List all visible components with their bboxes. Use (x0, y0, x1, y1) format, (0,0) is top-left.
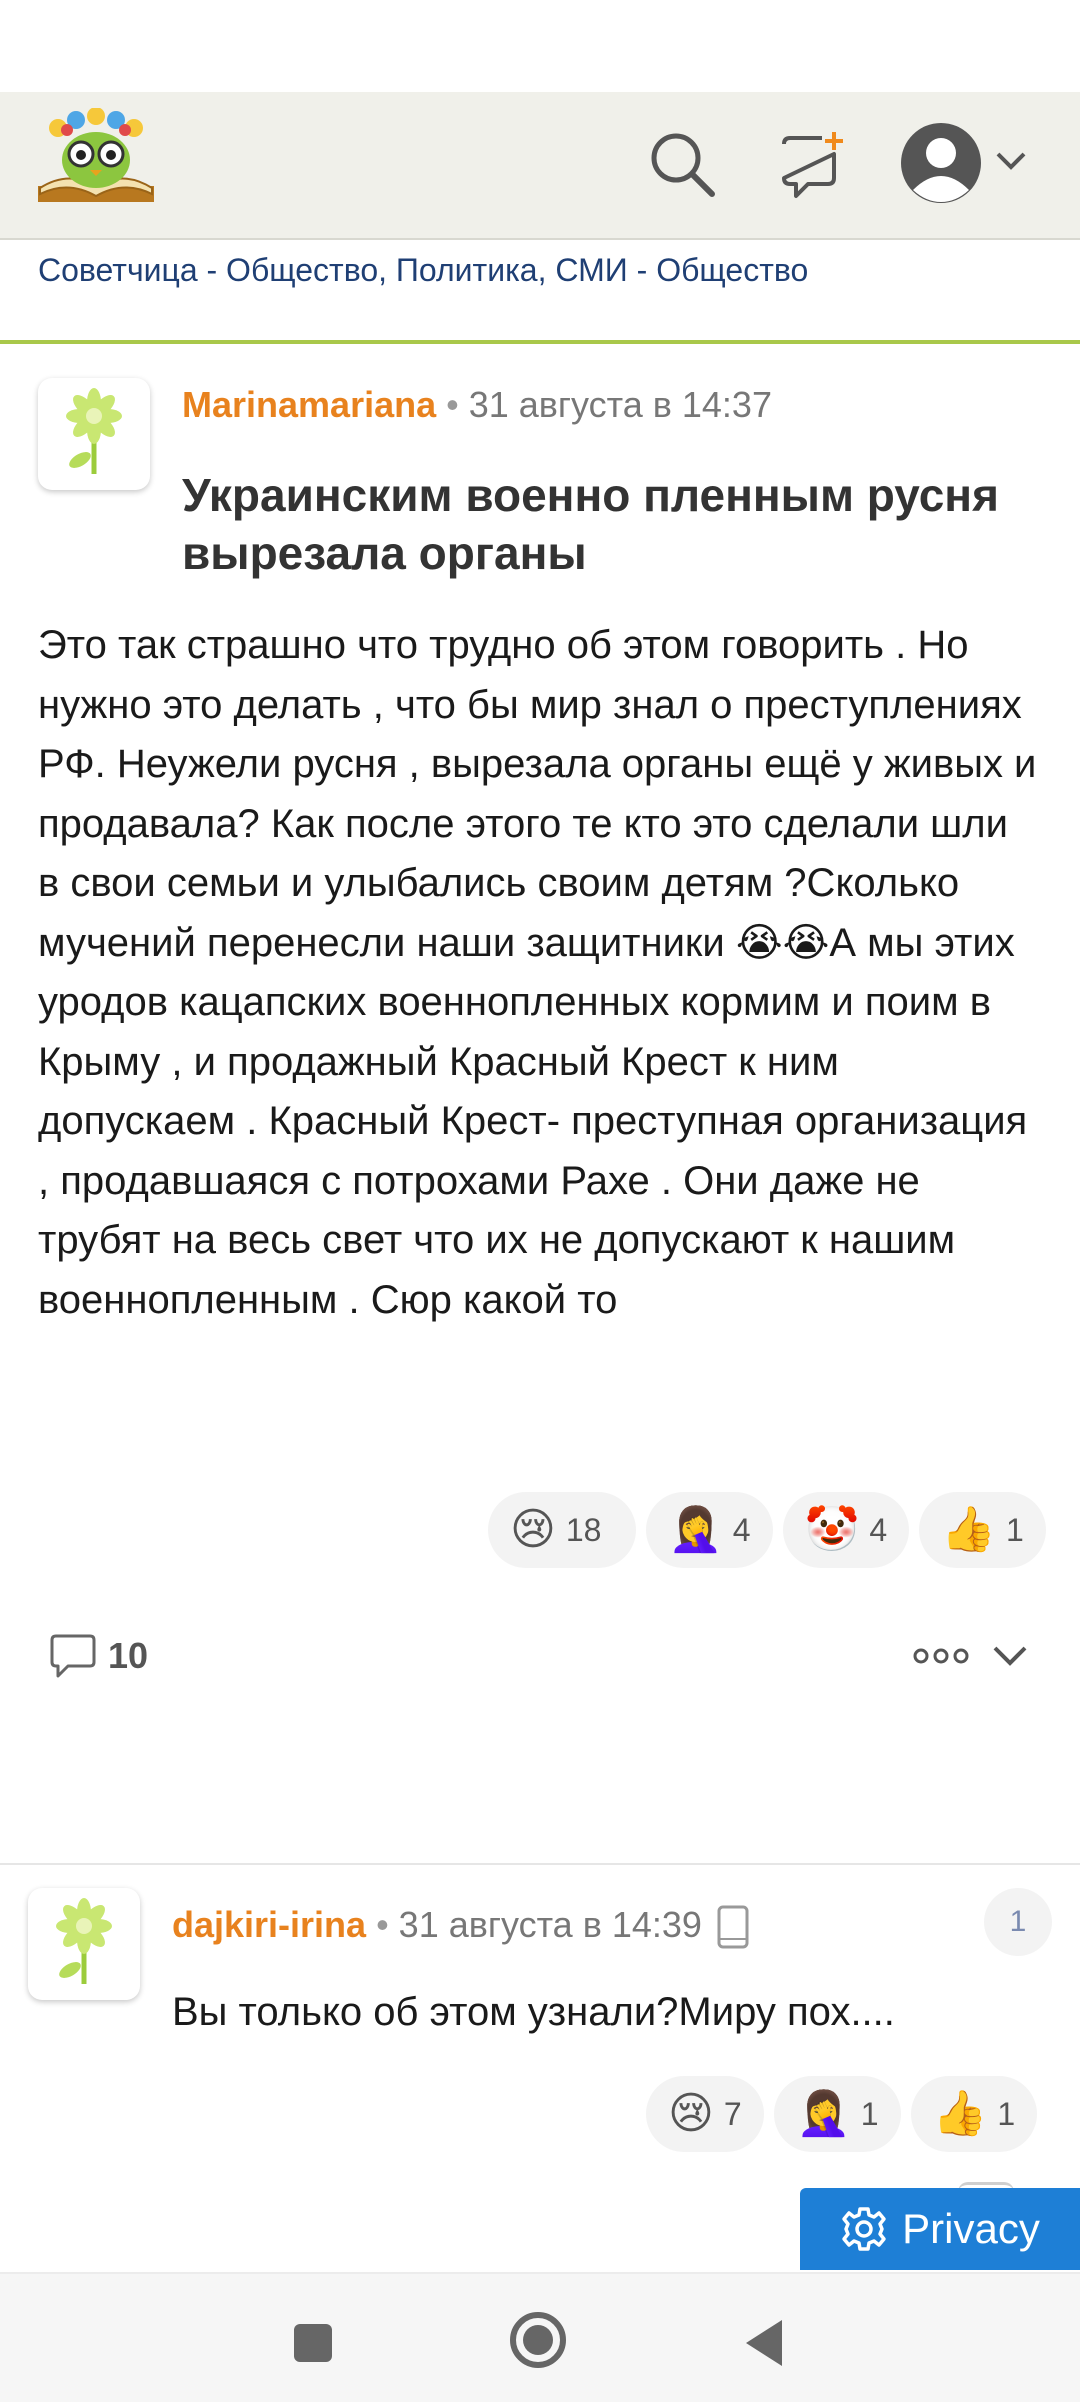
new-post-icon[interactable] (778, 130, 850, 202)
green-divider (0, 340, 1080, 344)
comment-bubble-icon (50, 1634, 96, 1678)
reaction-count: 4 (869, 1511, 888, 1548)
reaction-count: 4 (732, 1511, 751, 1548)
comment-body: Вы только об этом узнали?Миру пох.... (172, 1990, 895, 2034)
privacy-label: Privacy (902, 2205, 1040, 2252)
post-title[interactable]: Украинским военно пленным русня вырезала… (182, 466, 1042, 582)
reaction-thumbs-up[interactable]: 👍 1 (910, 2076, 1038, 2152)
gear-icon (842, 2207, 886, 2251)
home-icon[interactable] (500, 2302, 576, 2378)
flower-avatar-icon (66, 388, 122, 474)
clown-emoji-icon: 🤡 (804, 1505, 860, 1554)
facepalm-emoji-icon: 🤦‍♀️ (668, 1505, 723, 1554)
reaction-clown[interactable]: 🤡 4 (782, 1492, 910, 1568)
post-body: Это так страшно что трудно об этом говор… (38, 623, 1037, 1322)
reaction-count: 1 (860, 2095, 879, 2132)
back-icon[interactable] (730, 2308, 800, 2378)
reaction-sad[interactable]: 😢 7 (646, 2076, 764, 2152)
comment-author-avatar[interactable] (28, 1888, 140, 2000)
breadcrumb[interactable]: Советчица - Общество, Политика, СМИ - Об… (38, 250, 808, 290)
meta-separator: • (446, 384, 459, 425)
status-bar (0, 0, 1080, 92)
post-author[interactable]: Marinamariana (182, 384, 436, 425)
comments-count: 10 (108, 1635, 149, 1676)
flower-avatar-icon (56, 1898, 112, 1984)
reaction-count: 1 (997, 2095, 1016, 2132)
more-options-icon[interactable] (912, 1638, 970, 1674)
comment-meta: dajkiri-irina • 31 августа в 14:39 (172, 1902, 750, 1949)
comment-author[interactable]: dajkiri-irina (172, 1904, 366, 1945)
mobile-device-icon (717, 1905, 749, 1949)
reaction-facepalm[interactable]: 🤦‍♀️ 1 (774, 2076, 901, 2152)
sad-emoji-icon: 😢 (510, 1505, 556, 1554)
chevron-down-icon[interactable] (994, 148, 1028, 174)
comments-button[interactable]: 10 (48, 1628, 148, 1684)
profile-avatar-icon[interactable] (900, 122, 982, 204)
reaction-thumbs-up[interactable]: 👍 1 (919, 1492, 1046, 1568)
comment-number-badge[interactable]: 1 (984, 1888, 1052, 1956)
reaction-facepalm[interactable]: 🤦‍♀️ 4 (646, 1492, 773, 1568)
comment-date: 31 августа в 14:39 (398, 1904, 702, 1945)
meta-separator: • (376, 1904, 389, 1945)
reaction-count: 7 (723, 2095, 742, 2132)
thumbs-up-emoji-icon: 👍 (941, 1505, 996, 1554)
comment-reactions: 😢 7 🤦‍♀️ 1 👍 1 (646, 2076, 1038, 2152)
recent-apps-icon[interactable] (278, 2308, 348, 2378)
facepalm-emoji-icon: 🤦‍♀️ (796, 2089, 851, 2138)
post-meta: Marinamariana • 31 августа в 14:37 (182, 382, 772, 428)
reaction-count: 1 (1005, 1511, 1024, 1548)
post-reactions: 😢 18 🤦‍♀️ 4 🤡 4 👍 1 (488, 1492, 1046, 1568)
reaction-count: 18 (565, 1511, 602, 1548)
author-avatar[interactable] (38, 378, 150, 490)
post-date: 31 августа в 14:37 (468, 384, 772, 425)
section-divider (0, 1863, 1080, 1865)
privacy-button[interactable]: Privacy (800, 2188, 1080, 2270)
reaction-sad[interactable]: 😢 18 (488, 1492, 636, 1568)
thumbs-up-emoji-icon: 👍 (932, 2089, 988, 2138)
sad-emoji-icon: 😢 (668, 2089, 714, 2138)
site-logo[interactable] (34, 108, 158, 208)
search-icon[interactable] (646, 128, 718, 200)
expand-chevron-icon[interactable] (990, 1640, 1030, 1670)
